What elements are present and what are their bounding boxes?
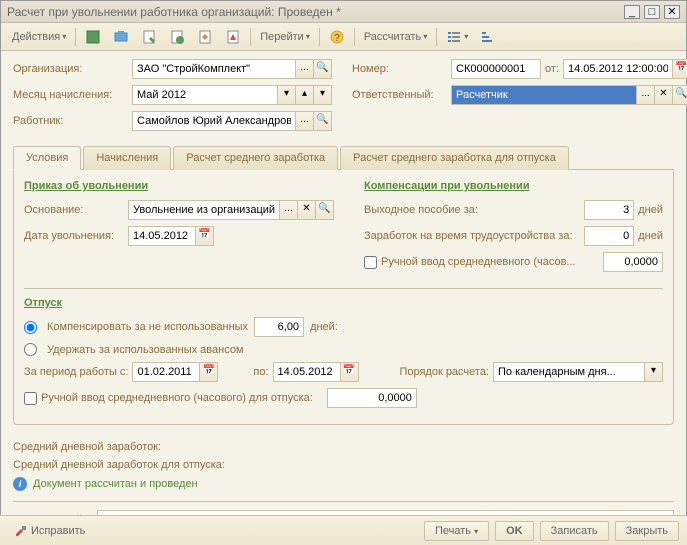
month-label: Месяц начисления: [13,89,128,101]
compensate-unit: дней: [310,321,338,333]
close-button[interactable]: ✕ [664,5,680,19]
toolbar-icon-6[interactable] [220,26,246,48]
org-select-button[interactable]: ... [296,59,314,79]
tab-conditions[interactable]: Условия [13,146,81,170]
toolbar-icon-1[interactable] [80,26,106,48]
period-from-calendar-button[interactable]: 📅 [200,362,218,382]
compensate-radio[interactable] [24,321,37,334]
manual-avg-checkbox[interactable] [364,256,377,269]
toolbar-icon-3[interactable] [136,26,162,48]
org-search-button[interactable]: 🔍 [314,59,332,79]
resp-search-button[interactable]: 🔍 [673,85,687,105]
dismissal-date-calendar-button[interactable]: 📅 [196,226,214,246]
withhold-label: Удержать за использованных авансом [47,344,244,356]
org-label: Организация: [13,63,128,75]
print-button[interactable]: Печать ▾ [424,521,489,541]
worker-input[interactable] [132,111,296,131]
period-label: За период работы с: [24,366,128,378]
order-input[interactable] [493,362,645,382]
from-label: от: [545,63,559,75]
number-label: Номер: [352,63,447,75]
dismissal-header: Приказ об увольнении [24,180,334,192]
employment-unit: дней [638,230,663,242]
actions-menu[interactable]: Действия ▾ [7,28,71,46]
status-text: Документ рассчитан и проведен [33,478,198,490]
dismissal-date-input[interactable] [128,226,196,246]
compensate-input[interactable] [254,317,304,337]
date-input[interactable] [563,59,673,79]
manual-avg-input[interactable] [603,252,663,272]
tab-accruals[interactable]: Начисления [83,146,171,170]
basis-input[interactable] [128,200,280,220]
dismissal-date-label: Дата увольнения: [24,230,124,242]
ok-button[interactable]: OK [495,521,534,541]
basis-select-button[interactable]: ... [280,200,298,220]
basis-clear-button[interactable]: ✕ [298,200,316,220]
month-down-button[interactable]: ▾ [314,85,332,105]
period-to-label: по: [253,366,268,378]
severance-unit: дней [638,204,663,216]
date-calendar-button[interactable]: 📅 [673,59,687,79]
month-up-button[interactable]: ▴ [296,85,314,105]
save-button[interactable]: Записать [540,521,609,541]
worker-select-button[interactable]: ... [296,111,314,131]
employment-label: Заработок на время трудоустройства за: [364,230,580,242]
goto-menu[interactable]: Перейти ▾ [255,28,315,46]
month-input[interactable] [132,85,278,105]
basis-search-button[interactable]: 🔍 [316,200,334,220]
toolbar-icon-2[interactable] [108,26,134,48]
tab-average[interactable]: Расчет среднего заработка [173,146,338,170]
month-dropdown-button[interactable]: ▾ [278,85,296,105]
info-icon: i [13,477,27,491]
toolbar-sort-icon[interactable] [475,26,501,48]
compensate-label: Компенсировать за не использованных [47,321,248,333]
period-to-input[interactable] [273,362,341,382]
vacation-manual-checkbox[interactable] [24,392,37,405]
number-input[interactable] [451,59,541,79]
bottom-bar: Исправить Печать ▾ OK Записать Закрыть [0,515,687,545]
vacation-manual-label: Ручной ввод среднедневного (часового) дл… [41,392,313,404]
period-from-input[interactable] [132,362,200,382]
severance-input[interactable] [584,200,634,220]
compensation-header: Компенсации при увольнении [364,180,663,192]
basis-label: Основание: [24,204,124,216]
tab-average-vacation[interactable]: Расчет среднего заработка для отпуска [340,146,569,170]
fix-button[interactable]: Исправить [8,520,90,542]
worker-search-button[interactable]: 🔍 [314,111,332,131]
vacation-manual-input[interactable] [327,388,417,408]
employment-input[interactable] [584,226,634,246]
vacation-header: Отпуск [24,297,663,309]
tab-content: Приказ об увольнении Основание: ... ✕ 🔍 … [13,170,674,425]
toolbar-list-icon[interactable]: ▾ [441,26,473,48]
minimize-button[interactable]: _ [624,5,640,19]
worker-label: Работник: [13,115,128,127]
order-label: Порядок расчета: [399,366,489,378]
calculate-menu[interactable]: Рассчитать ▾ [359,28,432,46]
daily-avg-vacation-label: Средний дневной заработок для отпуска: [13,459,674,471]
withhold-radio[interactable] [24,343,37,356]
order-dropdown-button[interactable]: ▾ [645,362,663,382]
org-input[interactable] [132,59,296,79]
resp-clear-button[interactable]: ✕ [655,85,673,105]
toolbar-icon-5[interactable] [192,26,218,48]
period-to-calendar-button[interactable]: 📅 [341,362,359,382]
resp-input[interactable] [451,85,637,105]
maximize-button[interactable]: □ [644,5,660,19]
severance-label: Выходное пособие за: [364,204,580,216]
titlebar: Расчет при увольнении работника организа… [1,1,686,23]
toolbar: Действия ▾ Перейти ▾ ? Рассчитать ▾ ▾ [1,23,686,51]
window-title: Расчет при увольнении работника организа… [7,5,624,19]
resp-select-button[interactable]: ... [637,85,655,105]
svg-text:?: ? [334,33,340,44]
manual-avg-label: Ручной ввод среднедневного (часов... [381,256,599,268]
daily-avg-label: Средний дневной заработок: [13,441,674,453]
help-icon[interactable]: ? [324,26,350,48]
tabs: Условия Начисления Расчет среднего зараб… [13,145,674,170]
resp-label: Ответственный: [352,89,447,101]
close-form-button[interactable]: Закрыть [615,521,679,541]
toolbar-icon-4[interactable] [164,26,190,48]
